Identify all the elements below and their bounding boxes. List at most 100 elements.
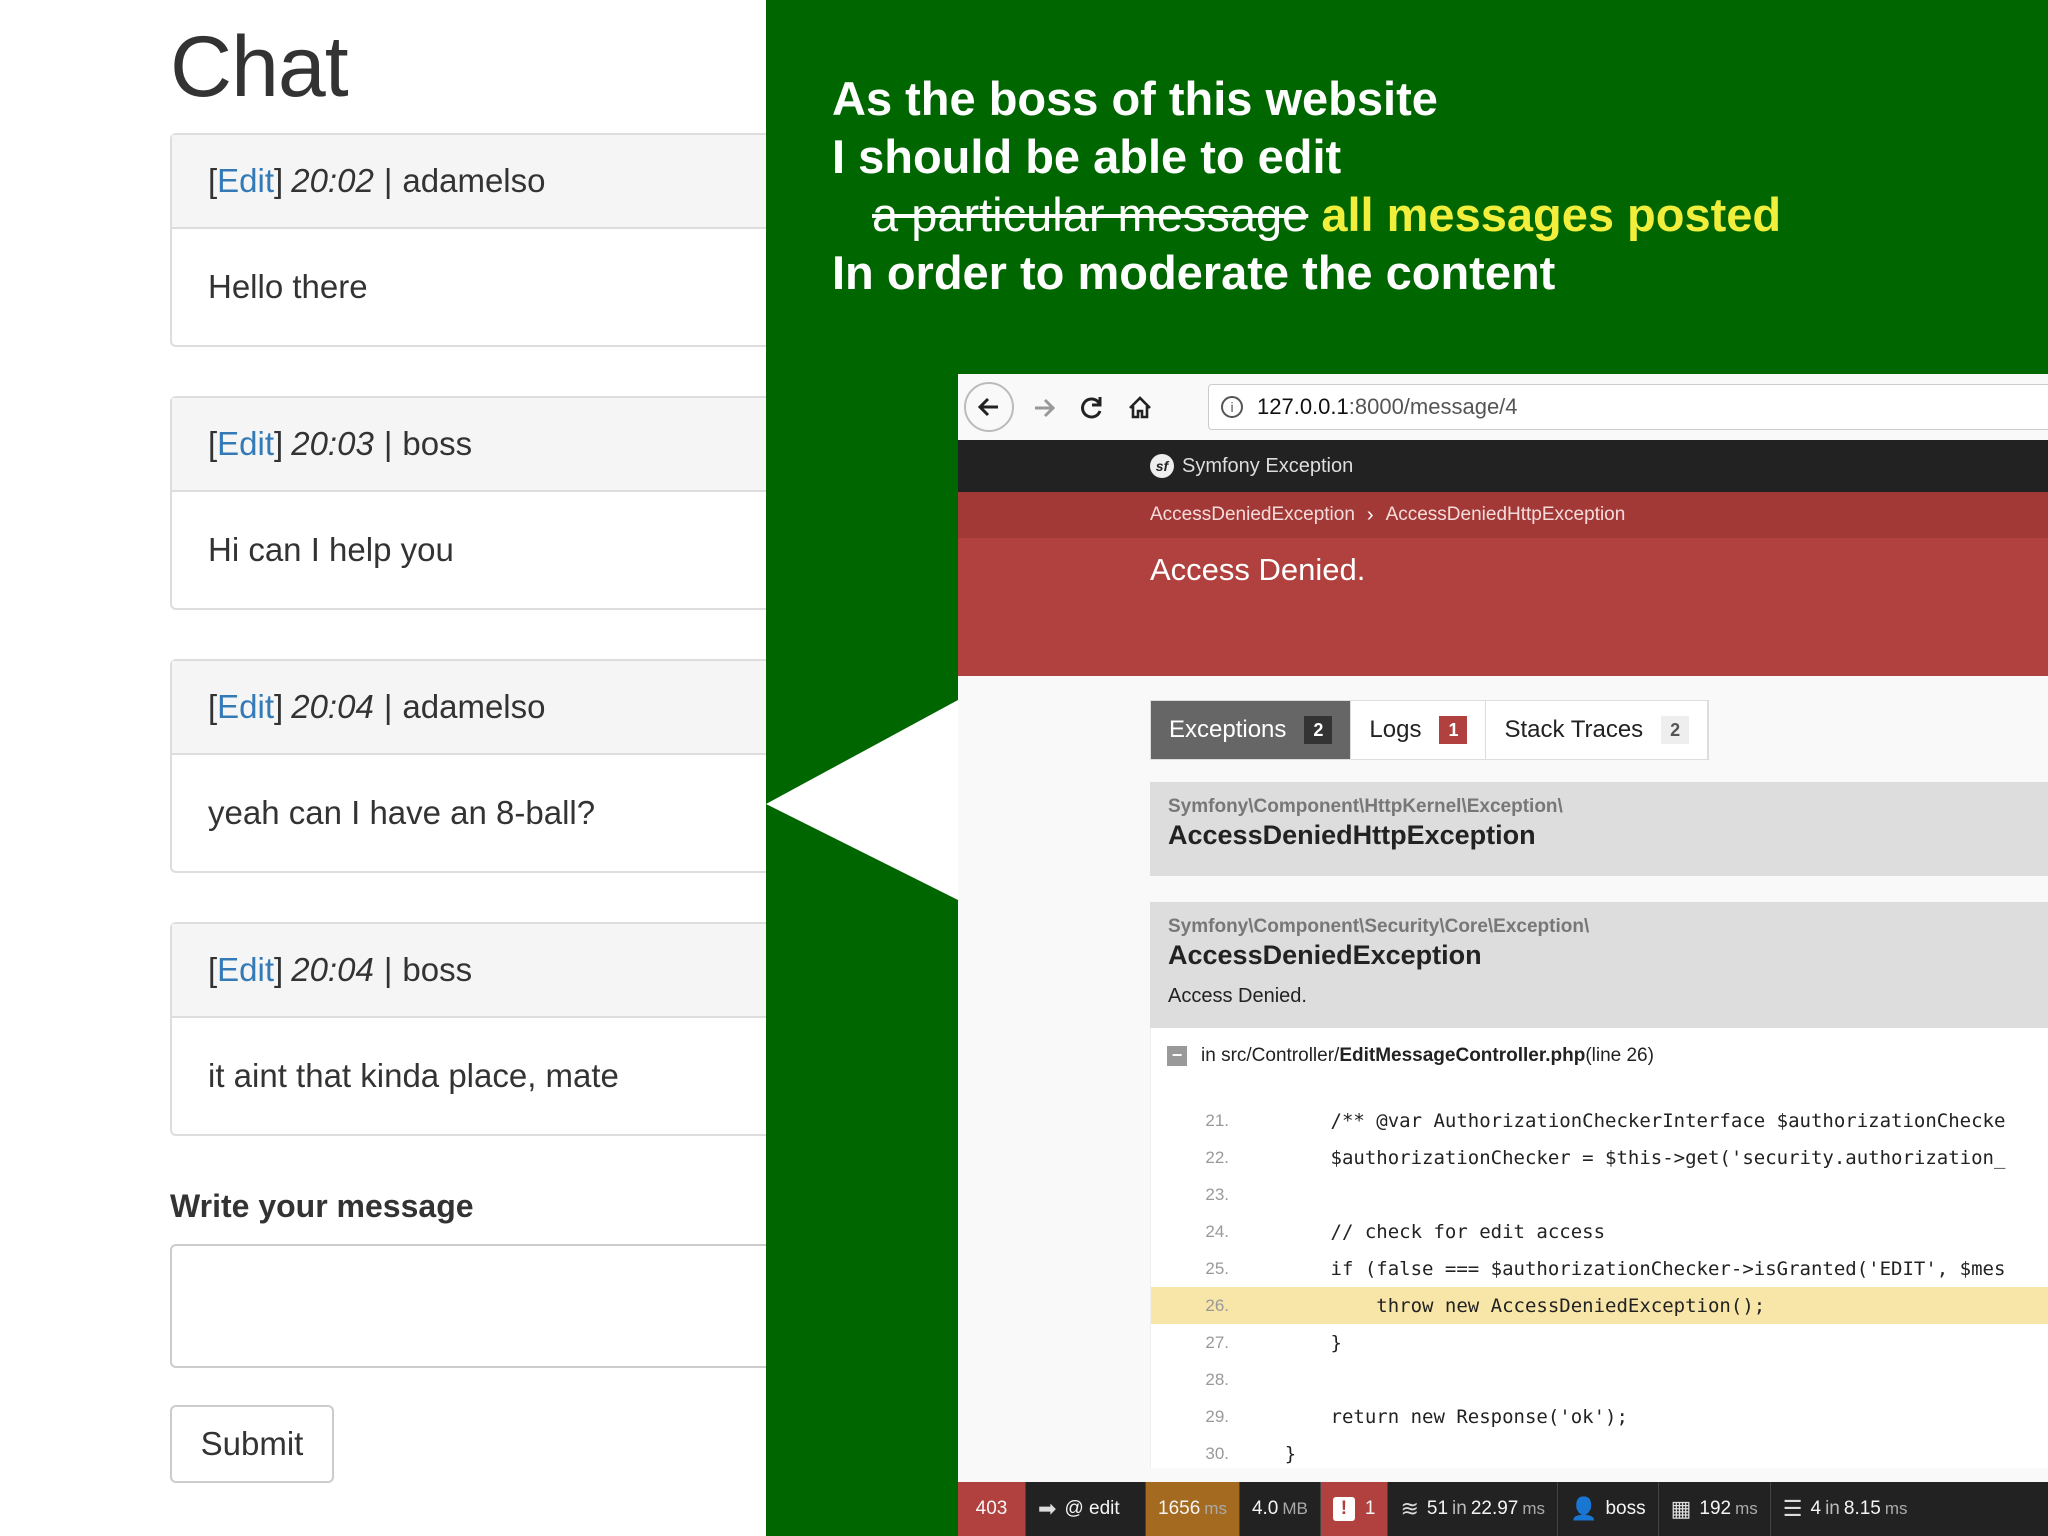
edit-link[interactable]: Edit [217, 425, 274, 463]
message-author: adamelso [402, 688, 546, 725]
code-line: 30. } [1151, 1435, 2048, 1472]
code-text: throw new AccessDeniedException(); [1239, 1294, 1766, 1317]
message-time: 20:03 [291, 425, 374, 462]
web-debug-toolbar: 403 ➡ @ edit 1656 ms 4.0 MB ! 1 ≋ 51 in 22… [958, 1482, 2048, 1536]
tab-label: Exceptions [1169, 716, 1287, 743]
code-text: return new Response('ok'); [1239, 1405, 1628, 1428]
logs-count: 1 [1364, 1498, 1376, 1519]
reload-icon[interactable] [1072, 388, 1112, 428]
message-card: [Edit] 20:04 | adamelso yeah can I have … [170, 659, 790, 873]
logs-panel[interactable]: ! 1 [1320, 1482, 1389, 1536]
chat-page: Chat [Edit] 20:02 | adamelso Hello there… [0, 0, 790, 1536]
breadcrumb-item[interactable]: AccessDeniedException [1150, 504, 1355, 526]
line-number: 24. [1205, 1221, 1229, 1241]
template-icon: ▦ [1670, 1496, 1692, 1521]
info-icon[interactable]: i [1221, 396, 1243, 418]
code-text: /** @var AuthorizationCheckerInterface $… [1239, 1109, 2006, 1132]
memory-value: 4.0 [1251, 1498, 1279, 1519]
database-icon: ☰ [1782, 1496, 1803, 1521]
db-count: 4 [1810, 1498, 1822, 1519]
message-card: [Edit] 20:03 | boss Hi can I help you [170, 396, 790, 610]
cache-unit: ms [1522, 1499, 1546, 1518]
home-icon[interactable] [1120, 388, 1160, 428]
db-panel[interactable]: ☰ 4 in 8.15 ms [1771, 1482, 1920, 1536]
exception-block: Symfony\Component\HttpKernel\Exception\ … [1150, 782, 2048, 876]
cache-panel[interactable]: ≋ 51 in 22.97 ms [1388, 1482, 1559, 1536]
code-line: 27. } [1151, 1324, 2048, 1361]
line-number: 28. [1205, 1369, 1229, 1389]
message-text: Hi can I help you [208, 531, 454, 568]
edit-link[interactable]: Edit [217, 162, 274, 200]
time-value: 1656 [1158, 1498, 1201, 1519]
story-line: In order to moderate the content [832, 246, 1556, 299]
url-path: :8000/message/4 [1348, 394, 1518, 419]
message-text: yeah can I have an 8-ball? [208, 794, 596, 831]
cache-in: in [1452, 1498, 1467, 1519]
code-text: if (false === $authorizationChecker->isG… [1239, 1257, 2006, 1280]
line-number: 30. [1205, 1443, 1229, 1463]
render-panel[interactable]: ▦ 192 ms [1659, 1482, 1771, 1536]
exception-message: Access Denied. [1168, 985, 1307, 1007]
db-in: in [1825, 1498, 1840, 1519]
user-story: As the boss of this website I should be … [832, 70, 1781, 302]
message-header: [Edit] 20:03 | boss [172, 398, 788, 492]
code-line: 26. throw new AccessDeniedException(); [1151, 1287, 2048, 1324]
render-time: 192 [1699, 1498, 1732, 1519]
symfony-header: sf Symfony Exception [958, 440, 2048, 492]
symfony-brand: Symfony Exception [1182, 454, 1354, 477]
breadcrumb-item[interactable]: AccessDeniedHttpException [1386, 504, 1626, 526]
route-panel[interactable]: ➡ @ edit [1026, 1482, 1146, 1536]
message-author: adamelso [402, 162, 546, 199]
user-panel[interactable]: 👤 boss [1558, 1482, 1659, 1536]
trace-header[interactable]: − in src/Controller/EditMessageControlle… [1151, 1028, 2048, 1084]
separator: | [383, 425, 393, 462]
highlight-text: all messages posted [1321, 188, 1782, 241]
page-title: Chat [170, 19, 349, 115]
exception-class: AccessDeniedException [1168, 940, 1482, 970]
code-line: 25. if (false === $authorizationChecker-… [1151, 1250, 2048, 1287]
code-line: 21. /** @var AuthorizationCheckerInterfa… [1151, 1102, 2048, 1139]
message-input[interactable] [170, 1244, 790, 1368]
message-text: it aint that kinda place, mate [208, 1057, 619, 1094]
alert-icon: ! [1332, 1497, 1355, 1521]
browser-toolbar: i 127.0.0.1:8000/message/4 [958, 374, 2048, 441]
exception-title: Access Denied. [1150, 552, 1366, 587]
memory-panel[interactable]: 4.0 MB [1240, 1482, 1321, 1536]
message-card: [Edit] 20:02 | adamelso Hello there [170, 133, 790, 347]
address-bar[interactable]: i 127.0.0.1:8000/message/4 [1208, 384, 2048, 430]
separator: | [383, 162, 393, 199]
line-number: 26. [1205, 1295, 1229, 1315]
collapse-icon[interactable]: − [1167, 1046, 1187, 1066]
trace-line: (line 26) [1585, 1045, 1654, 1066]
count-badge: 2 [1661, 716, 1690, 744]
message-time: 20:02 [291, 162, 374, 199]
edit-link[interactable]: Edit [217, 951, 274, 989]
line-number: 27. [1205, 1332, 1229, 1352]
struck-text: a particular message [872, 188, 1309, 241]
back-arrow-icon[interactable] [964, 382, 1014, 432]
status-code[interactable]: 403 [958, 1482, 1026, 1536]
line-number: 23. [1205, 1184, 1229, 1204]
exception-block: Symfony\Component\Security\Core\Exceptio… [1150, 902, 2048, 1028]
tab-label: Stack Traces [1504, 716, 1644, 743]
code-line: 29. return new Response('ok'); [1151, 1398, 2048, 1435]
tab-exceptions[interactable]: Exceptions 2 [1151, 701, 1352, 759]
exception-namespace: Symfony\Component\Security\Core\Exceptio… [1168, 916, 1590, 937]
user-name: boss [1605, 1498, 1646, 1519]
code-line: 28. [1151, 1361, 2048, 1398]
time-panel[interactable]: 1656 ms [1146, 1482, 1240, 1536]
submit-button[interactable]: Submit [170, 1405, 334, 1483]
line-number: 22. [1205, 1147, 1229, 1167]
db-unit: ms [1884, 1499, 1908, 1518]
tab-logs[interactable]: Logs 1 [1351, 701, 1487, 759]
callout-pointer [766, 700, 958, 900]
trace-file: EditMessageController.php [1339, 1045, 1586, 1066]
edit-link[interactable]: Edit [217, 688, 274, 726]
message-author: boss [402, 951, 473, 988]
exception-tabs: Exceptions 2 Logs 1 Stack Traces 2 [1150, 700, 1710, 760]
exception-body: Exceptions 2 Logs 1 Stack Traces 2 Symfo… [958, 676, 2048, 1536]
forward-arrow-icon[interactable] [1024, 388, 1064, 428]
url-host: 127.0.0.1 [1257, 394, 1349, 419]
tab-stack-traces[interactable]: Stack Traces 2 [1486, 701, 1709, 759]
message-card: [Edit] 20:04 | boss it aint that kinda p… [170, 922, 790, 1136]
